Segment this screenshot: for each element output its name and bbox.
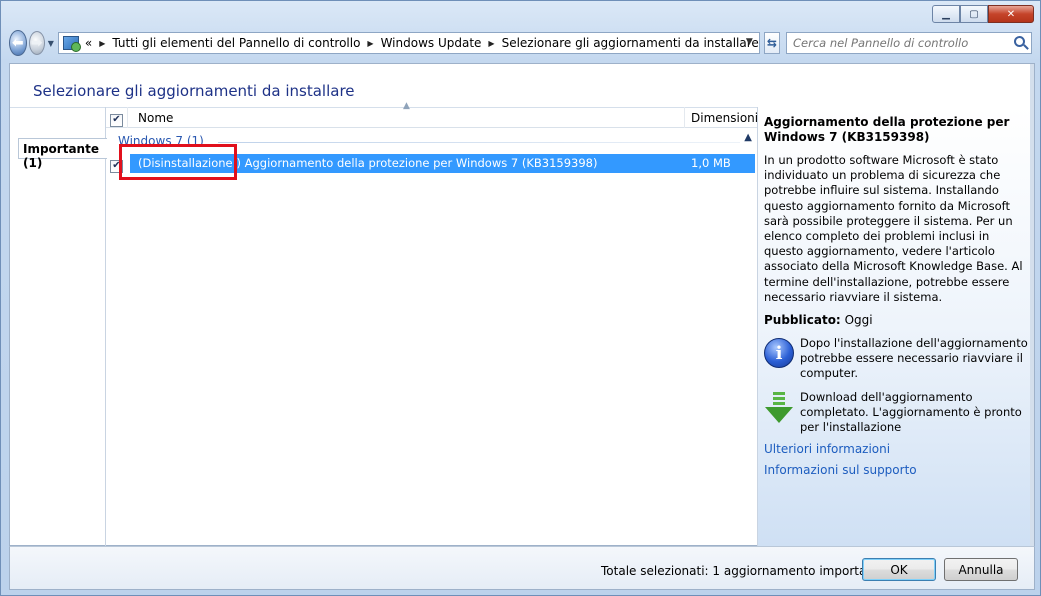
list-header: ✔ ▲ Nome Dimensioni xyxy=(106,101,758,128)
back-arrow-icon: ⬅ xyxy=(11,35,24,51)
search-input[interactable] xyxy=(792,36,993,50)
details-pane: Aggiornamento della protezione per Windo… xyxy=(757,107,1034,546)
minimize-button[interactable]: ▁ xyxy=(932,5,960,23)
search-icon[interactable] xyxy=(1013,36,1025,47)
collapse-chevron-icon[interactable]: ▲ xyxy=(740,132,752,143)
category-tabs: Importante (1) xyxy=(10,107,107,546)
search-box[interactable] xyxy=(785,32,1032,54)
breadcrumb-control-panel[interactable]: Tutti gli elementi del Pannello di contr… xyxy=(112,36,360,50)
restart-note: i Dopo l'installazione dell'aggiornament… xyxy=(764,336,1028,381)
page-title: Selezionare gli aggiornamenti da install… xyxy=(33,82,355,100)
refresh-button[interactable]: ⇆ xyxy=(763,32,780,54)
close-button[interactable]: ✕ xyxy=(988,5,1034,23)
navigation-bar: ⬅ ➡ ▼ « ▶ Tutti gli elementi del Pannell… xyxy=(9,29,1032,57)
forward-button[interactable]: ➡ xyxy=(28,31,45,55)
address-dropdown-icon[interactable]: ▼ xyxy=(746,37,753,47)
selection-total: Totale selezionati: 1 aggiornamento impo… xyxy=(601,564,887,578)
tab-importante[interactable]: Importante (1) xyxy=(18,138,107,170)
window-frame: ▁ ▢ ✕ ⬅ ➡ ▼ « ▶ Tutti gli elementi del P… xyxy=(0,0,1041,596)
info-icon: i xyxy=(764,338,794,369)
published-info: Pubblicato: Oggi xyxy=(764,313,1028,327)
caption-buttons: ▁ ▢ ✕ xyxy=(932,5,1034,23)
breadcrumb-separator-icon[interactable]: ▶ xyxy=(367,39,373,48)
back-button[interactable]: ⬅ xyxy=(9,30,27,56)
cancel-button[interactable]: Annulla xyxy=(944,558,1018,581)
ok-button[interactable]: OK xyxy=(862,558,936,581)
download-arrow-icon xyxy=(764,392,794,426)
support-info-link[interactable]: Informazioni sul supporto xyxy=(764,463,1028,477)
download-note: Download dell'aggiornamento completato. … xyxy=(764,390,1028,435)
annotation-highlight-box xyxy=(119,144,237,180)
column-header-name[interactable]: Nome xyxy=(127,107,684,128)
control-panel-icon xyxy=(62,36,81,52)
main-content: Selezionare gli aggiornamenti da install… xyxy=(9,63,1035,547)
breadcrumb-separator-icon[interactable]: ▶ xyxy=(99,39,105,48)
update-size: 1,0 MB xyxy=(691,156,731,170)
address-bar[interactable]: « ▶ Tutti gli elementi del Pannello di c… xyxy=(57,32,760,54)
published-label: Pubblicato: xyxy=(764,313,841,328)
forward-arrow-icon: ➡ xyxy=(30,35,43,51)
breadcrumb-overflow[interactable]: « xyxy=(85,36,92,50)
published-value: Oggi xyxy=(844,313,873,328)
pane-edge xyxy=(1030,64,1034,547)
breadcrumb-windows-update[interactable]: Windows Update xyxy=(381,36,482,50)
select-all-checkbox[interactable]: ✔ xyxy=(110,111,123,127)
maximize-button[interactable]: ▢ xyxy=(960,5,988,23)
footer-bar: Totale selezionati: 1 aggiornamento impo… xyxy=(9,546,1035,590)
download-note-text: Download dell'aggiornamento completato. … xyxy=(800,390,1022,435)
breadcrumb-separator-icon[interactable]: ▶ xyxy=(488,39,494,48)
more-info-link[interactable]: Ulteriori informazioni xyxy=(764,442,1028,456)
breadcrumb-select-updates[interactable]: Selezionare gli aggiornamenti da install… xyxy=(502,36,759,50)
details-description: In un prodotto software Microsoft è stat… xyxy=(764,153,1023,304)
refresh-icon: ⇆ xyxy=(766,36,777,50)
recent-pages-dropdown-icon[interactable]: ▼ xyxy=(48,39,54,48)
checkmark-icon: ✔ xyxy=(110,113,123,127)
restart-note-text: Dopo l'installazione dell'aggiornamento … xyxy=(800,336,1028,381)
column-header-size[interactable]: Dimensioni xyxy=(684,107,758,128)
details-title: Aggiornamento della protezione per Windo… xyxy=(764,115,1010,144)
